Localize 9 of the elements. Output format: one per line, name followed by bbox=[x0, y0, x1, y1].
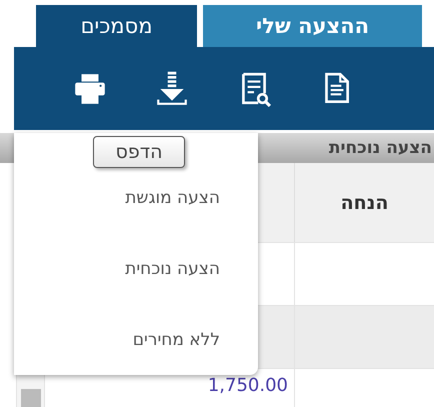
menu-item[interactable]: הצעה נוכחית bbox=[14, 234, 258, 304]
amount-text: 1,750.00 bbox=[208, 374, 288, 398]
tab[interactable]: ההצעה שלי bbox=[203, 5, 422, 47]
panel-title: הצעה נוכחית bbox=[328, 138, 432, 158]
column-header: הנחה bbox=[294, 163, 434, 242]
tooltip: הדפס bbox=[93, 136, 185, 168]
menu-item[interactable]: ללא מחירים bbox=[14, 304, 258, 376]
tab[interactable]: מסמכים bbox=[36, 5, 197, 47]
download-icon[interactable] bbox=[154, 70, 190, 106]
